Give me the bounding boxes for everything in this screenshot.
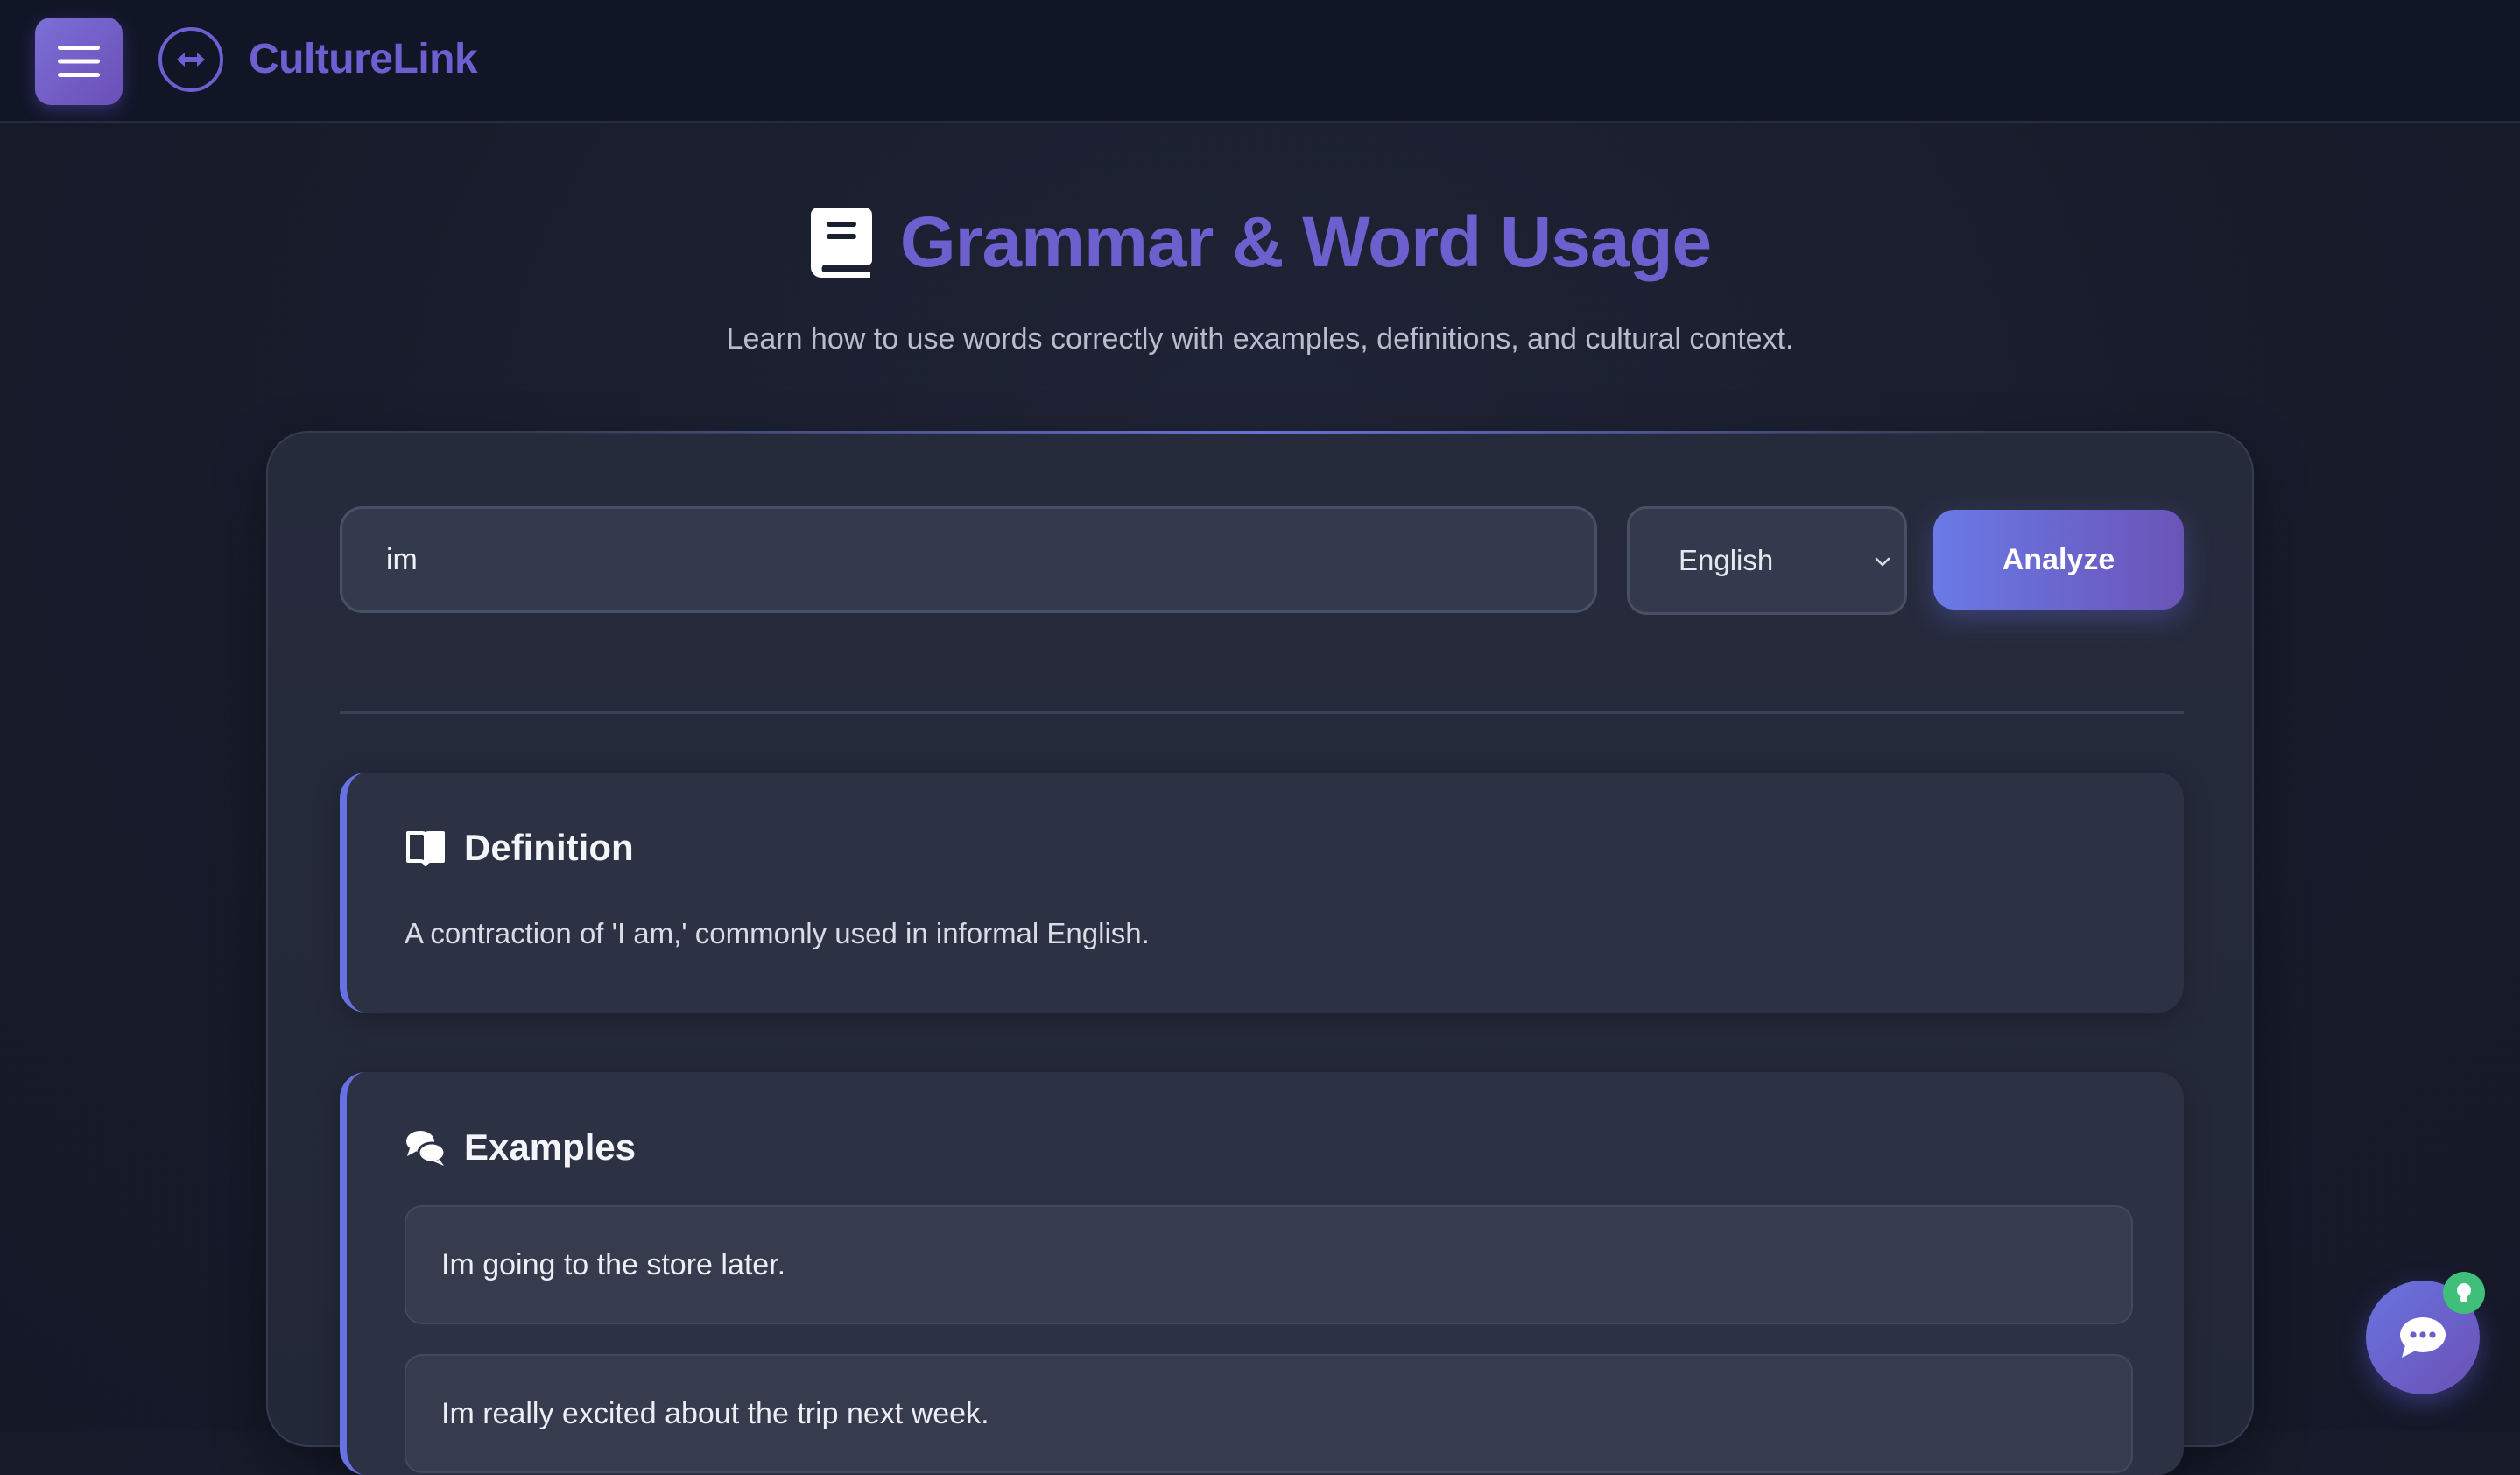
- page-header: Grammar & Word Usage: [0, 194, 2520, 291]
- translate-arrows-icon[interactable]: [158, 26, 224, 93]
- brand-name[interactable]: CultureLink: [249, 33, 478, 86]
- lightbulb-icon: [2457, 1283, 2471, 1302]
- example-item: Im really excited about the trip next we…: [405, 1354, 2133, 1473]
- examples-title: Examples: [464, 1126, 637, 1168]
- grammar-card: im English Analyze Definition A contract…: [266, 431, 2254, 1475]
- top-navbar: CultureLink: [0, 0, 2520, 123]
- comments-icon: [406, 1131, 447, 1166]
- definition-section: Definition A contraction of 'I am,' comm…: [340, 773, 2184, 1013]
- open-book-icon: [406, 831, 445, 866]
- page-title: Grammar & Word Usage: [899, 202, 1712, 282]
- example-item: Im going to the store later.: [405, 1205, 2133, 1324]
- examples-section: Examples Im going to the store later. Im…: [340, 1072, 2184, 1475]
- language-select-value: English: [1679, 544, 1774, 576]
- divider: [340, 711, 2184, 714]
- chevron-down-icon: [1875, 557, 1890, 567]
- chat-bubble-icon: [2400, 1317, 2446, 1358]
- menu-button[interactable]: [35, 18, 123, 105]
- notification-badge[interactable]: [2443, 1272, 2485, 1314]
- hamburger-icon: [58, 46, 100, 77]
- word-input[interactable]: im: [340, 506, 1597, 613]
- definition-text: A contraction of 'I am,' commonly used i…: [405, 917, 1150, 949]
- page-subtitle: Learn how to use words correctly with ex…: [726, 322, 1794, 356]
- examples-header: Examples: [405, 1123, 636, 1172]
- language-select[interactable]: English: [1627, 506, 1907, 615]
- definition-header: Definition: [405, 823, 634, 872]
- book-icon: [810, 208, 872, 278]
- definition-title: Definition: [464, 827, 634, 868]
- analyze-button[interactable]: Analyze: [1933, 510, 2184, 610]
